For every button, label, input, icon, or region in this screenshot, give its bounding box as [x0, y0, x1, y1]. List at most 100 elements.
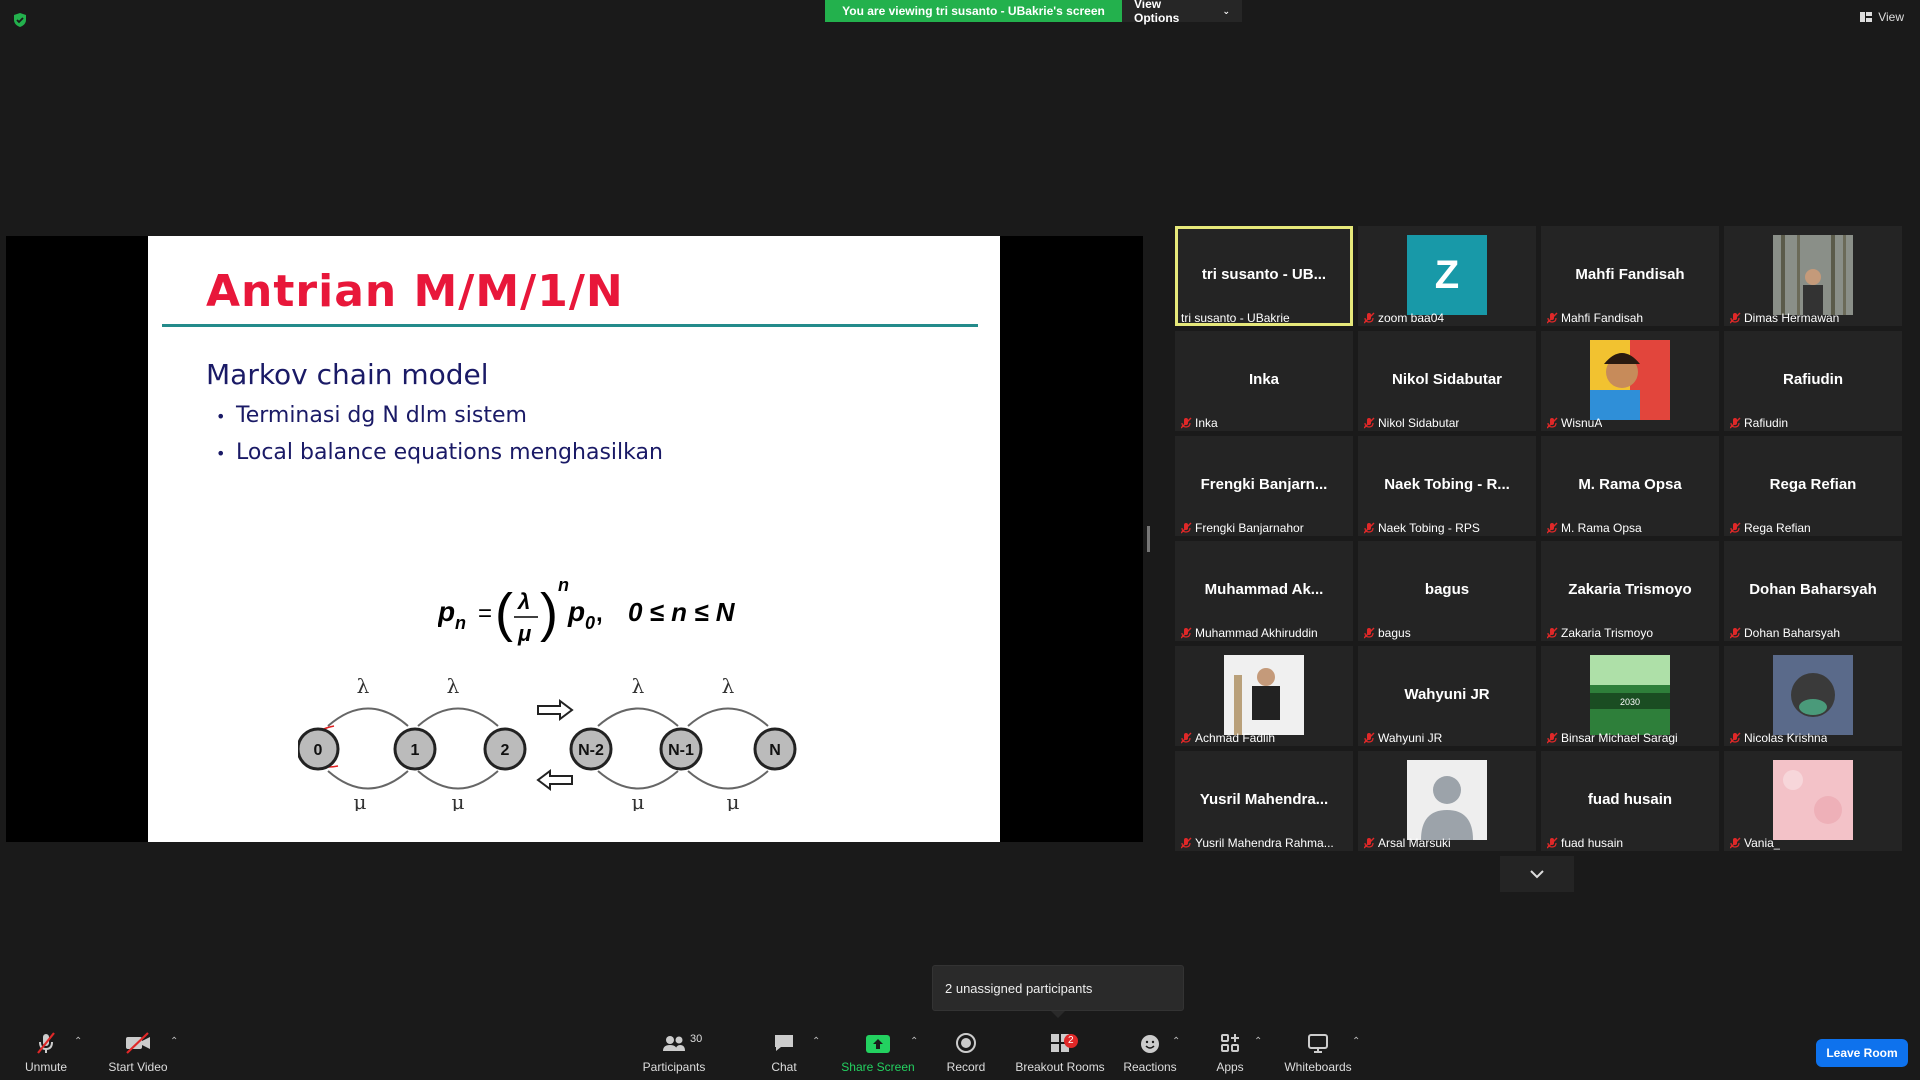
- share-screen-label: Share Screen: [841, 1060, 915, 1074]
- service-rate-label: μ: [452, 790, 465, 811]
- whiteboards-label: Whiteboards: [1284, 1060, 1352, 1074]
- microphone-muted-icon: [1730, 312, 1741, 324]
- participant-name-label: Rafiudin: [1730, 416, 1788, 430]
- record-button[interactable]: Record: [940, 1016, 992, 1080]
- microphone-muted-icon: [1547, 312, 1558, 324]
- participant-tile[interactable]: Zzoom baa04: [1358, 226, 1536, 326]
- participant-name: fuad husain: [1561, 836, 1624, 850]
- participant-display-name: Nikol Sidabutar: [1391, 371, 1503, 388]
- participant-avatar: [1407, 760, 1487, 840]
- participant-tile[interactable]: Achmad Fadlih: [1175, 646, 1353, 746]
- participant-name-label: Nicolas Krishna: [1730, 731, 1827, 745]
- unassigned-participants-tooltip: 2 unassigned participants: [932, 965, 1184, 1011]
- viewing-banner-text: You are viewing tri susanto - UBakrie's …: [825, 0, 1122, 22]
- formula-exponent: n: [558, 581, 569, 595]
- microphone-muted-icon: [1730, 627, 1741, 639]
- participant-name: Naek Tobing - RPS: [1378, 521, 1480, 535]
- participant-avatar: [1773, 235, 1853, 315]
- shared-slide: Antrian M/M/1/N Markov chain model • Term…: [148, 236, 1000, 842]
- reactions-options-caret[interactable]: ⌃: [1172, 1036, 1180, 1047]
- reactions-smiley-icon: [1141, 1035, 1159, 1053]
- participant-tile[interactable]: tri susanto - UB... tri susanto - UBakrie: [1175, 226, 1353, 326]
- whiteboards-options-caret[interactable]: ⌃: [1352, 1036, 1360, 1047]
- participant-name: Achmad Fadlih: [1195, 731, 1276, 745]
- microphone-muted-icon: [1547, 837, 1558, 849]
- panel-splitter[interactable]: [1147, 526, 1150, 552]
- unmute-button[interactable]: Unmute: [18, 1016, 74, 1080]
- participant-name: Dimas Hermawan: [1744, 311, 1840, 325]
- participant-tile[interactable]: Mahfi Fandisah Mahfi Fandisah: [1541, 226, 1719, 326]
- record-label: Record: [946, 1060, 986, 1074]
- participant-tile[interactable]: fuad husain fuad husain: [1541, 751, 1719, 851]
- participant-tile[interactable]: bagus bagus: [1358, 541, 1536, 641]
- reactions-button[interactable]: Reactions: [1120, 1016, 1180, 1080]
- participant-tile[interactable]: Inka Inka: [1175, 331, 1353, 431]
- slide-bullet-text: Terminasi dg N dlm sistem: [236, 403, 527, 428]
- formula: p n = ( λ μ ) n p 0 , 0 ≤ n ≤ N: [438, 581, 736, 646]
- participant-tile[interactable]: Muhammad Ak... Muhammad Akhiruddin: [1175, 541, 1353, 641]
- participant-name-label: Binsar Michael Saragi: [1547, 731, 1678, 745]
- audio-options-caret[interactable]: ⌃: [74, 1036, 82, 1047]
- participant-tile[interactable]: WisnuA: [1541, 331, 1719, 431]
- participant-tile[interactable]: Dohan Baharsyah Dohan Baharsyah: [1724, 541, 1902, 641]
- gallery-next-page-button[interactable]: [1500, 856, 1574, 892]
- participant-display-name: tri susanto - UB...: [1201, 266, 1327, 283]
- participant-name-label: Dohan Baharsyah: [1730, 626, 1840, 640]
- participant-avatar: [1773, 655, 1853, 735]
- participant-name: Wahyuni JR: [1378, 731, 1443, 745]
- participant-tile[interactable]: Yusril Mahendra... Yusril Mahendra Rahma.…: [1175, 751, 1353, 851]
- participant-display-name: Yusril Mahendra...: [1199, 791, 1329, 808]
- participant-name: Vania_: [1744, 836, 1781, 850]
- participant-name-label: fuad husain: [1547, 836, 1623, 850]
- apps-options-caret[interactable]: ⌃: [1254, 1036, 1262, 1047]
- security-shield-icon[interactable]: [12, 12, 28, 28]
- view-options-button[interactable]: View Options ⌄: [1122, 0, 1242, 25]
- svg-text:2030: 2030: [1620, 697, 1640, 707]
- microphone-muted-icon: [1364, 837, 1375, 849]
- leave-room-button[interactable]: Leave Room: [1816, 1039, 1908, 1067]
- state-label: 1: [411, 742, 420, 759]
- participant-name-label: Zakaria Trismoyo: [1547, 626, 1653, 640]
- microphone-muted-icon: [1364, 417, 1375, 429]
- grid-view-icon: [1860, 12, 1873, 22]
- participant-tile[interactable]: Vania_: [1724, 751, 1902, 851]
- participants-button[interactable]: Participants: [640, 1016, 708, 1080]
- participant-tile[interactable]: 2030 Binsar Michael Saragi: [1541, 646, 1719, 746]
- share-options-caret[interactable]: ⌃: [910, 1036, 918, 1047]
- participant-tile[interactable]: Arsal Marsuki: [1358, 751, 1536, 851]
- chat-button[interactable]: Chat: [760, 1016, 808, 1080]
- participant-tile[interactable]: Frengki Banjarn... Frengki Banjarnahor: [1175, 436, 1353, 536]
- service-rate-label: μ: [632, 790, 645, 811]
- participant-tile[interactable]: Dimas Hermawan: [1724, 226, 1902, 326]
- participant-name: tri susanto - UBakrie: [1181, 311, 1290, 325]
- participant-avatar: [1773, 760, 1853, 840]
- participant-tile[interactable]: Rega Refian Rega Refian: [1724, 436, 1902, 536]
- breakout-badge: 2: [1064, 1034, 1078, 1048]
- participant-name-label: Inka: [1181, 416, 1218, 430]
- participant-tile[interactable]: Naek Tobing - R... Naek Tobing - RPS: [1358, 436, 1536, 536]
- view-label: View: [1878, 10, 1904, 24]
- apps-label: Apps: [1216, 1060, 1244, 1074]
- share-screen-button[interactable]: Share Screen: [838, 1016, 918, 1080]
- service-rate-label: μ: [727, 790, 740, 811]
- chat-options-caret[interactable]: ⌃: [812, 1036, 820, 1047]
- participant-tile[interactable]: Rafiudin Rafiudin: [1724, 331, 1902, 431]
- participant-tile[interactable]: Zakaria Trismoyo Zakaria Trismoyo: [1541, 541, 1719, 641]
- participant-tile[interactable]: Nikol Sidabutar Nikol Sidabutar: [1358, 331, 1536, 431]
- svg-text:,: ,: [596, 600, 603, 627]
- apps-button[interactable]: Apps: [1206, 1016, 1254, 1080]
- participant-tile[interactable]: Wahyuni JR Wahyuni JR: [1358, 646, 1536, 746]
- service-rate-label: μ: [354, 790, 367, 811]
- participants-label: Participants: [642, 1060, 706, 1074]
- view-layout-button[interactable]: View: [1860, 10, 1904, 24]
- participant-tile[interactable]: M. Rama Opsa M. Rama Opsa: [1541, 436, 1719, 536]
- whiteboards-button[interactable]: Whiteboards: [1280, 1016, 1356, 1080]
- state-label: 2: [501, 742, 510, 759]
- breakout-rooms-button[interactable]: Breakout Rooms: [1012, 1016, 1108, 1080]
- formula-numerator: λ: [517, 589, 530, 614]
- participant-display-name: Muhammad Ak...: [1204, 581, 1324, 598]
- video-options-caret[interactable]: ⌃: [170, 1036, 178, 1047]
- participant-display-name: bagus: [1424, 581, 1470, 598]
- start-video-button[interactable]: Start Video: [106, 1016, 170, 1080]
- participant-tile[interactable]: Nicolas Krishna: [1724, 646, 1902, 746]
